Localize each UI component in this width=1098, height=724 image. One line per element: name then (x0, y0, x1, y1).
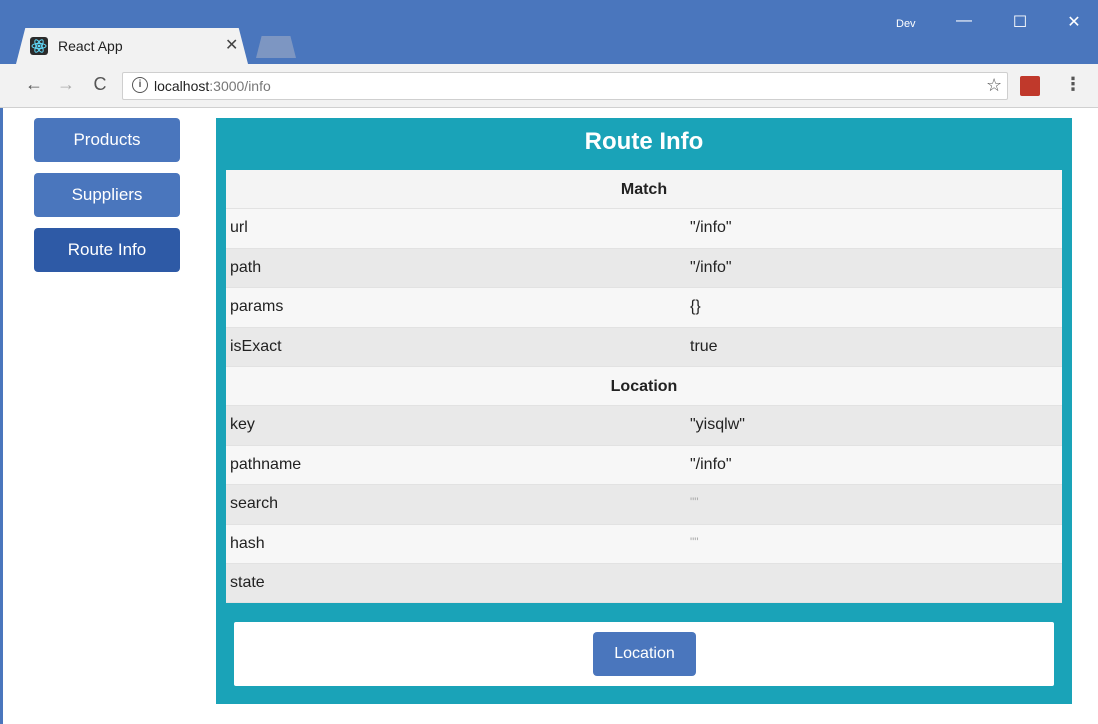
menu-kebab-icon[interactable]: ⋮ (1064, 74, 1082, 95)
tab-title: React App (58, 38, 123, 54)
route-info-table: Match url "/info" path "/info" params {}… (226, 170, 1062, 604)
profile-label[interactable]: Dev (896, 18, 916, 30)
row-value: {} (690, 298, 701, 316)
back-arrow-icon[interactable]: ← (22, 74, 46, 95)
row-key: params (230, 298, 284, 316)
info-icon[interactable]: i (132, 77, 148, 93)
table-row: path "/info" (226, 248, 1062, 289)
table-row: key "yisqlw" (226, 406, 1062, 446)
close-tab-icon[interactable]: ✕ (225, 35, 238, 55)
row-key: hash (230, 534, 265, 552)
panel-title: Route Info (584, 128, 704, 155)
row-value: "" (690, 495, 699, 510)
location-button[interactable]: Location (593, 632, 696, 676)
row-key: url (230, 219, 248, 237)
row-value: true (690, 337, 718, 355)
nav-products-button[interactable]: Products (34, 118, 180, 162)
reload-icon[interactable]: C (88, 74, 112, 95)
row-value: "" (690, 534, 699, 549)
row-key: path (230, 258, 262, 276)
row-key: pathname (230, 455, 302, 473)
new-tab-button[interactable] (256, 36, 296, 58)
table-row: search "" (226, 485, 1062, 525)
table-row: url "/info" (226, 209, 1062, 249)
table-row: params {} (226, 288, 1062, 328)
bookmark-star-icon[interactable]: ☆ (986, 75, 1002, 96)
forward-arrow-icon[interactable]: → (54, 74, 78, 95)
row-value: "/info" (690, 219, 732, 237)
nav-route-info-button[interactable]: Route Info (34, 228, 180, 272)
match-header: Match (226, 170, 1062, 210)
location-header: Location (226, 366, 1062, 407)
url-path: :3000/info (209, 78, 271, 94)
window-frame (0, 108, 3, 724)
row-value: "/info" (690, 455, 732, 473)
row-key: key (230, 416, 255, 434)
row-value: "/info" (690, 258, 732, 276)
row-key: search (230, 495, 279, 513)
extension-icon[interactable] (1020, 76, 1040, 96)
close-window-icon[interactable]: ✕ (1054, 12, 1094, 32)
react-logo-icon (30, 37, 48, 55)
url-host: localhost (154, 78, 210, 94)
row-key: isExact (230, 337, 282, 355)
table-row: pathname "/info" (226, 445, 1062, 486)
table-row: hash "" (226, 524, 1062, 564)
table-row: state (226, 563, 1062, 604)
url-text[interactable]: localhost:3000/info (154, 78, 271, 94)
maximize-icon[interactable]: ☐ (1000, 12, 1040, 32)
minimize-icon[interactable]: — (944, 12, 984, 30)
table-row: isExact true (226, 327, 1062, 367)
nav-suppliers-button[interactable]: Suppliers (34, 173, 180, 217)
browser-tab[interactable] (16, 28, 248, 64)
row-key: state (230, 573, 265, 591)
row-value: "yisqlw" (690, 416, 745, 434)
